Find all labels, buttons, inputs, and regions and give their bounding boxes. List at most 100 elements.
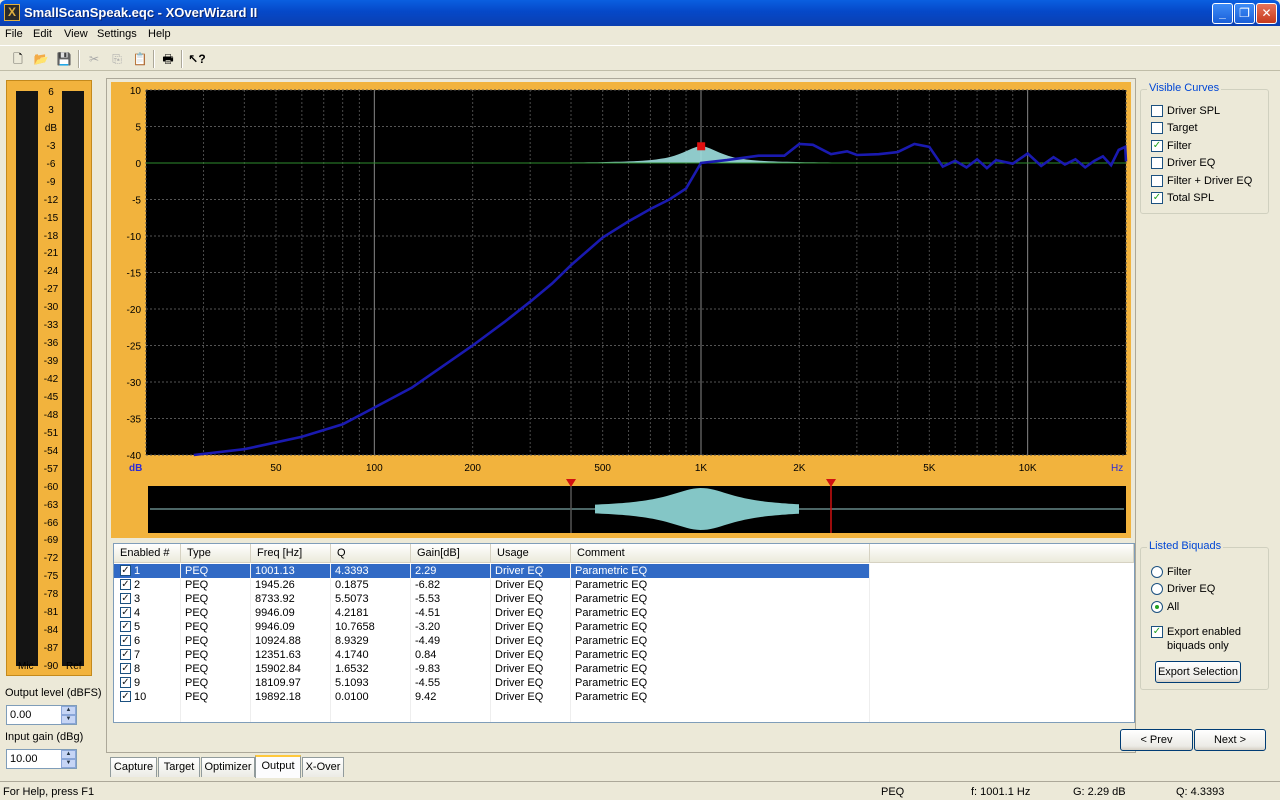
- spin-down-icon[interactable]: ▼: [61, 715, 76, 724]
- range-marker-low-handle[interactable]: [566, 479, 577, 487]
- biquad-filter-radio[interactable]: Filter: [1151, 566, 1191, 579]
- curve-checkbox[interactable]: Filter + Driver EQ: [1151, 175, 1252, 187]
- table-row[interactable]: ✓ 6 PEQ 10924.88 8.9329 -4.49 Driver EQ Paramet…: [114, 634, 870, 648]
- help-cursor-icon[interactable]: ↖?: [187, 50, 207, 68]
- mic-meter-bar: [16, 91, 38, 666]
- tab-optimizer[interactable]: Optimizer: [201, 757, 255, 777]
- curve-checkbox-label: Driver SPL: [1167, 105, 1221, 117]
- output-level-input[interactable]: 0.00 ▲ ▼: [6, 705, 77, 725]
- curve-checkbox-label: Target: [1167, 122, 1198, 135]
- prev-button[interactable]: < Prev: [1120, 729, 1193, 751]
- range-marker-high-handle[interactable]: [825, 479, 836, 487]
- meter-tick-label: dB: [44, 122, 58, 134]
- curve-checkbox[interactable]: Driver SPL: [1151, 105, 1221, 118]
- meter-tick-label: -87: [43, 643, 59, 655]
- cell-comment: Parametric EQ: [571, 620, 870, 634]
- spin-up-icon[interactable]: ▲: [61, 750, 76, 759]
- print-icon[interactable]: 🖶: [158, 50, 178, 68]
- curve-checkbox[interactable]: ✓ Filter: [1151, 140, 1191, 152]
- cell-freq: 9946.09: [251, 606, 331, 620]
- menu-help[interactable]: Help: [148, 28, 171, 40]
- table-row[interactable]: ✓ 4 PEQ 9946.09 4.2181 -4.51 Driver EQ Parametr…: [114, 606, 870, 620]
- biquad-filter-radio[interactable]: Driver EQ: [1151, 583, 1215, 596]
- table-row[interactable]: ✓ 1 PEQ 1001.13 4.3393 2.29 Driver EQ Parametri…: [114, 564, 870, 578]
- window-title: SmallScanSpeak.eqc - XOverWizard II: [24, 5, 258, 20]
- cell-q: 5.5073: [331, 592, 411, 606]
- cell-comment: Parametric EQ: [571, 690, 870, 704]
- tab-target[interactable]: Target: [158, 757, 200, 777]
- cell-comment: Parametric EQ: [571, 676, 870, 690]
- table-row[interactable]: ✓ 7 PEQ 12351.63 4.1740 0.84 Driver EQ Parametr…: [114, 648, 870, 662]
- column-separator: [330, 564, 331, 722]
- radio-dot-icon: [1151, 566, 1163, 579]
- table-row[interactable]: ✓ 10 PEQ 19892.18 0.0100 9.42 Driver EQ Paramet…: [114, 690, 870, 704]
- listed-biquads-group: Listed Biquads Filter Driver EQ All ✓ Expor…: [1140, 540, 1269, 690]
- spin-down-icon[interactable]: ▼: [61, 759, 76, 768]
- tab-x-over[interactable]: X-Over: [302, 757, 344, 777]
- curve-checkbox-label: Driver EQ: [1167, 157, 1216, 170]
- cell-usage: Driver EQ: [491, 606, 571, 620]
- cell-usage: Driver EQ: [491, 648, 571, 662]
- menu-settings[interactable]: Settings: [97, 28, 137, 40]
- meter-tick-label: -21: [43, 248, 59, 260]
- curve-checkbox[interactable]: Target: [1151, 122, 1198, 135]
- y-tick-label: 0: [135, 159, 141, 170]
- curve-checkbox[interactable]: ✓ Total SPL: [1151, 192, 1215, 205]
- cut-icon[interactable]: ✂: [84, 50, 104, 68]
- cell-q: 4.2181: [331, 606, 411, 620]
- peak-marker[interactable]: [697, 142, 706, 151]
- minimize-icon[interactable]: _: [1212, 3, 1233, 24]
- meter-tick-label: -78: [43, 589, 59, 601]
- menu-edit[interactable]: Edit: [33, 28, 52, 40]
- meter-tick-label: -57: [43, 463, 59, 475]
- biquad-filter-radio[interactable]: All: [1151, 601, 1179, 613]
- toolbar-separator: [181, 50, 183, 68]
- next-button[interactable]: Next >: [1194, 729, 1266, 751]
- tab-capture[interactable]: Capture: [110, 757, 157, 777]
- meter-tick-label: -3: [46, 140, 56, 152]
- biquad-table[interactable]: Enabled # Type Freq [Hz] Q Gain[dB] Usage Comm…: [113, 543, 1135, 723]
- table-row[interactable]: ✓ 2 PEQ 1945.26 0.1875 -6.82 Driver EQ Parametr…: [114, 578, 870, 592]
- column-header-comment[interactable]: Comment: [571, 544, 870, 563]
- column-separator: [869, 564, 870, 722]
- new-icon[interactable]: 🗋: [8, 50, 28, 68]
- radio-dot-icon: [1151, 600, 1163, 613]
- toolbar-separator: [78, 50, 80, 68]
- curve-checkbox[interactable]: Driver EQ: [1151, 157, 1216, 170]
- save-icon[interactable]: 💾: [54, 50, 74, 68]
- cell-freq: 9946.09: [251, 620, 331, 634]
- export-enabled-checkbox[interactable]: ✓ Export enabled: [1151, 626, 1241, 639]
- input-gain-input[interactable]: 10.00 ▲ ▼: [6, 749, 77, 769]
- row-number: 9: [114, 676, 181, 690]
- column-header-enabled[interactable]: Enabled #: [114, 544, 181, 563]
- cell-type: PEQ: [181, 620, 251, 634]
- y-unit-label: dB: [129, 463, 142, 474]
- spin-up-icon[interactable]: ▲: [61, 706, 76, 715]
- open-icon[interactable]: 📂: [31, 50, 51, 68]
- column-separator: [410, 564, 411, 722]
- close-icon[interactable]: ✕: [1256, 3, 1277, 24]
- curve-checkbox-label: Filter + Driver EQ: [1167, 174, 1253, 187]
- column-header-type[interactable]: Type: [181, 544, 251, 563]
- table-row[interactable]: ✓ 5 PEQ 9946.09 10.7658 -3.20 Driver EQ Paramet…: [114, 620, 870, 634]
- table-row[interactable]: ✓ 3 PEQ 8733.92 5.5073 -5.53 Driver EQ Parametr…: [114, 592, 870, 606]
- paste-icon[interactable]: 📋: [130, 50, 150, 68]
- menu-file[interactable]: File: [5, 28, 23, 40]
- copy-icon[interactable]: ⎘: [107, 50, 127, 68]
- column-header-q[interactable]: Q: [331, 544, 411, 563]
- column-header-usage[interactable]: Usage: [491, 544, 571, 563]
- frequency-response-chart[interactable]: 1050-5-10-15-20-25-30-35-40 50 100 200 500 1…: [111, 82, 1131, 538]
- export-selection-button[interactable]: Export Selection: [1155, 661, 1241, 683]
- table-row[interactable]: ✓ 9 PEQ 18109.97 5.1093 -4.55 Driver EQ Paramet…: [114, 676, 870, 690]
- restore-icon[interactable]: ❐: [1234, 3, 1255, 24]
- status-gain: G: 2.29 dB: [1073, 786, 1126, 798]
- curve-checkbox-label: Total SPL: [1167, 192, 1215, 204]
- menu-view[interactable]: View: [64, 28, 88, 40]
- column-header-gain[interactable]: Gain[dB]: [411, 544, 491, 563]
- visible-curves-title: Visible Curves: [1147, 82, 1222, 94]
- row-number: 5: [114, 620, 181, 634]
- cell-type: PEQ: [181, 592, 251, 606]
- column-header-freq[interactable]: Freq [Hz]: [251, 544, 331, 563]
- table-row[interactable]: ✓ 8 PEQ 15902.84 1.6532 -9.83 Driver EQ Paramet…: [114, 662, 870, 676]
- tab-output[interactable]: Output: [255, 755, 301, 778]
